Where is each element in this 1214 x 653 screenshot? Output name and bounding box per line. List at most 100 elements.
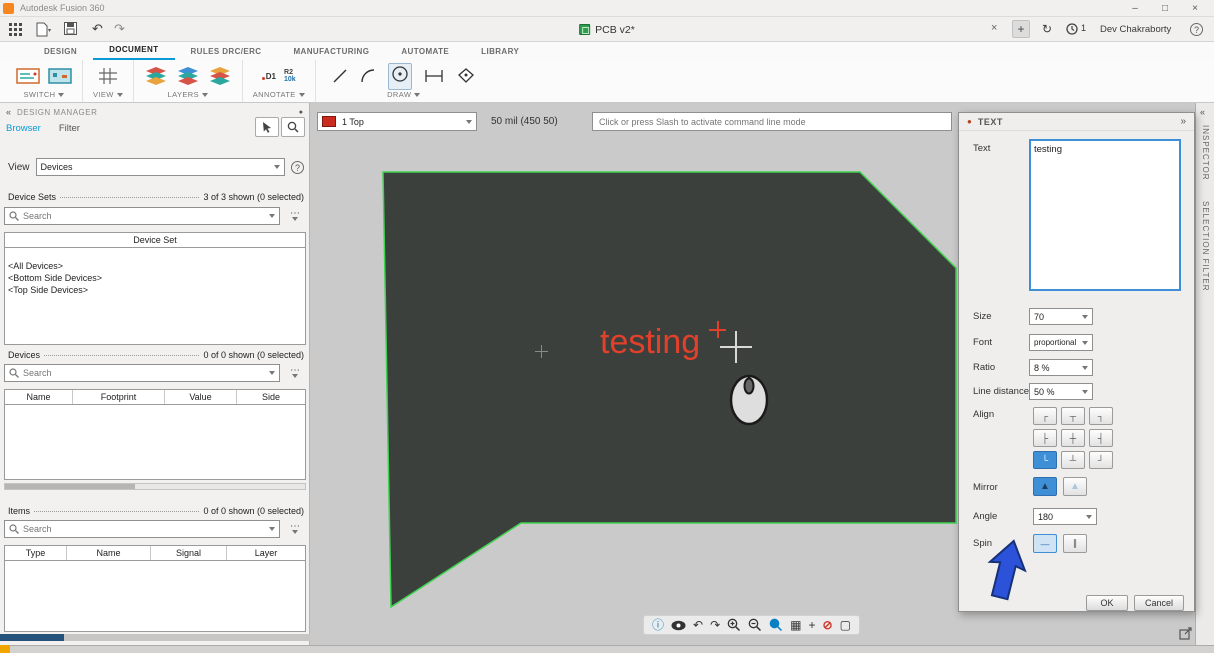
align-middle-center-button[interactable]: ┼ <box>1061 429 1085 447</box>
ratio-dropdown[interactable]: 8 % <box>1029 359 1093 376</box>
maximize-button[interactable]: □ <box>1150 0 1180 17</box>
text-dialog-header[interactable]: ● TEXT » <box>959 113 1194 131</box>
view-grid-icon[interactable] <box>98 67 118 85</box>
tab-manufacturing[interactable]: MANUFACTURING <box>277 47 385 60</box>
device-sets-search-input[interactable] <box>23 211 265 221</box>
tab-inspector[interactable]: INSPECTOR <box>1201 125 1210 181</box>
column-side[interactable]: Side <box>237 390 305 404</box>
canvas-corner-icon[interactable] <box>1179 627 1192 640</box>
tab-selection-filter[interactable]: SELECTION FILTER <box>1201 201 1210 292</box>
devices-search-input[interactable] <box>23 368 265 378</box>
annotate-name-icon[interactable]: D1 <box>261 72 276 81</box>
redo-icon[interactable]: ↷ <box>710 616 720 634</box>
table-row[interactable]: <Top Side Devices> <box>5 284 305 296</box>
tab-filter[interactable]: Filter <box>59 123 80 134</box>
draw-circle-tool-active[interactable] <box>387 62 412 90</box>
table-row[interactable]: <All Devices> <box>5 260 305 272</box>
draw-dimension-icon[interactable] <box>424 68 444 84</box>
view-group-label[interactable]: VIEW <box>93 90 123 99</box>
column-device-set[interactable]: Device Set <box>5 233 305 247</box>
redo-icon[interactable]: ↷ <box>114 17 125 41</box>
command-line-input[interactable] <box>599 116 945 127</box>
minimize-button[interactable]: – <box>1120 0 1150 17</box>
user-menu[interactable]: Dev Chakraborty <box>1100 24 1171 35</box>
layer-settings-icon[interactable] <box>176 66 200 86</box>
align-bottom-center-button[interactable]: ┴ <box>1061 451 1085 469</box>
scrollbar-thumb[interactable] <box>0 634 64 641</box>
add-icon[interactable]: + <box>808 616 815 634</box>
selection-box-icon[interactable]: ▢ <box>840 616 851 634</box>
cancel-button[interactable]: Cancel <box>1134 595 1184 611</box>
align-top-right-button[interactable]: ┐ <box>1089 407 1113 425</box>
mirror-off-button[interactable]: ▲ <box>1063 477 1087 496</box>
grid-settings-icon[interactable]: ▦ <box>790 616 801 634</box>
text-value-textarea[interactable]: testing <box>1029 139 1181 291</box>
device-sets-more-button[interactable]: ⋯ <box>284 207 306 225</box>
zoom-in-icon[interactable] <box>727 618 741 632</box>
visibility-eye-icon[interactable] <box>671 620 686 631</box>
help-icon[interactable]: ? <box>1190 23 1203 36</box>
items-search-input[interactable] <box>23 524 265 534</box>
align-top-left-button[interactable]: ┌ <box>1033 407 1057 425</box>
collapse-panel-icon[interactable]: « <box>6 107 11 117</box>
app-grid-icon[interactable] <box>9 23 22 36</box>
column-name[interactable]: Name <box>5 390 73 404</box>
mirror-on-button[interactable]: ▲ <box>1033 477 1057 496</box>
devices-search[interactable] <box>4 364 280 382</box>
align-middle-right-button[interactable]: ┤ <box>1089 429 1113 447</box>
align-top-center-button[interactable]: ┬ <box>1061 407 1085 425</box>
column-type[interactable]: Type <box>5 546 67 560</box>
tab-design[interactable]: DESIGN <box>28 47 93 60</box>
annotate-value-icon[interactable]: R2 10k <box>284 69 296 83</box>
switch-board-icon[interactable] <box>48 67 72 85</box>
device-sets-search[interactable] <box>4 207 280 225</box>
column-value[interactable]: Value <box>165 390 237 404</box>
layer-dropdown[interactable]: 1 Top <box>317 112 477 131</box>
draw-group-label[interactable]: DRAW <box>387 90 421 99</box>
size-dropdown[interactable]: 70 <box>1029 308 1093 325</box>
scrollbar-thumb[interactable] <box>5 484 135 489</box>
devices-hscrollbar[interactable] <box>4 483 306 490</box>
undo-icon[interactable]: ↶ <box>92 17 103 41</box>
annotate-group-label[interactable]: ANNOTATE <box>253 90 305 99</box>
stop-icon[interactable]: ⊘ <box>823 616 833 634</box>
view-help-icon[interactable]: ? <box>291 160 304 174</box>
align-bottom-left-button[interactable]: └ <box>1033 451 1057 469</box>
undo-icon[interactable]: ↶ <box>693 616 703 634</box>
zoom-select-button[interactable] <box>281 117 305 137</box>
spin-vertical-button[interactable]: ∥ <box>1063 534 1087 553</box>
tab-library[interactable]: LIBRARY <box>465 47 535 60</box>
close-button[interactable]: × <box>1180 0 1210 17</box>
table-row[interactable]: <Bottom Side Devices> <box>5 272 305 284</box>
panel-pin-icon[interactable]: ● <box>299 109 303 116</box>
document-tab[interactable]: PCB v2* <box>579 17 635 42</box>
column-signal[interactable]: Signal <box>151 546 227 560</box>
view-dropdown[interactable]: Devices <box>35 158 285 176</box>
notification-clock-icon[interactable] <box>1066 23 1078 35</box>
tab-rules-drc-erc[interactable]: RULES DRC/ERC <box>175 47 278 60</box>
command-line[interactable] <box>592 112 952 131</box>
new-document-tab-button[interactable]: + <box>1012 20 1030 38</box>
expand-panels-icon[interactable]: « <box>1200 107 1205 117</box>
align-bottom-right-button[interactable]: ┘ <box>1089 451 1113 469</box>
line-distance-dropdown[interactable]: 50 % <box>1029 383 1093 400</box>
zoom-fit-icon[interactable] <box>769 618 783 632</box>
draw-arc-icon[interactable] <box>360 68 376 84</box>
select-cursor-button[interactable] <box>255 117 279 137</box>
tab-browser[interactable]: Browser <box>6 123 41 134</box>
save-icon[interactable] <box>64 22 77 35</box>
info-icon[interactable]: ⓘ <box>652 616 664 634</box>
tab-document[interactable]: DOCUMENT <box>93 45 175 60</box>
draw-line-icon[interactable] <box>332 68 348 84</box>
dock-panel-icon[interactable]: » <box>1180 116 1186 127</box>
tab-automate[interactable]: AUTOMATE <box>385 47 465 60</box>
job-status-icon[interactable]: ↻ <box>1042 17 1052 41</box>
align-middle-left-button[interactable]: ├ <box>1033 429 1057 447</box>
file-menu-icon[interactable] <box>36 22 52 37</box>
board-text[interactable]: testing <box>600 323 700 362</box>
column-footprint[interactable]: Footprint <box>73 390 165 404</box>
switch-schematic-icon[interactable] <box>16 67 40 85</box>
layer-stack-icon[interactable] <box>208 66 232 86</box>
close-document-icon[interactable]: × <box>991 22 997 34</box>
panel-hscrollbar[interactable] <box>0 634 310 641</box>
